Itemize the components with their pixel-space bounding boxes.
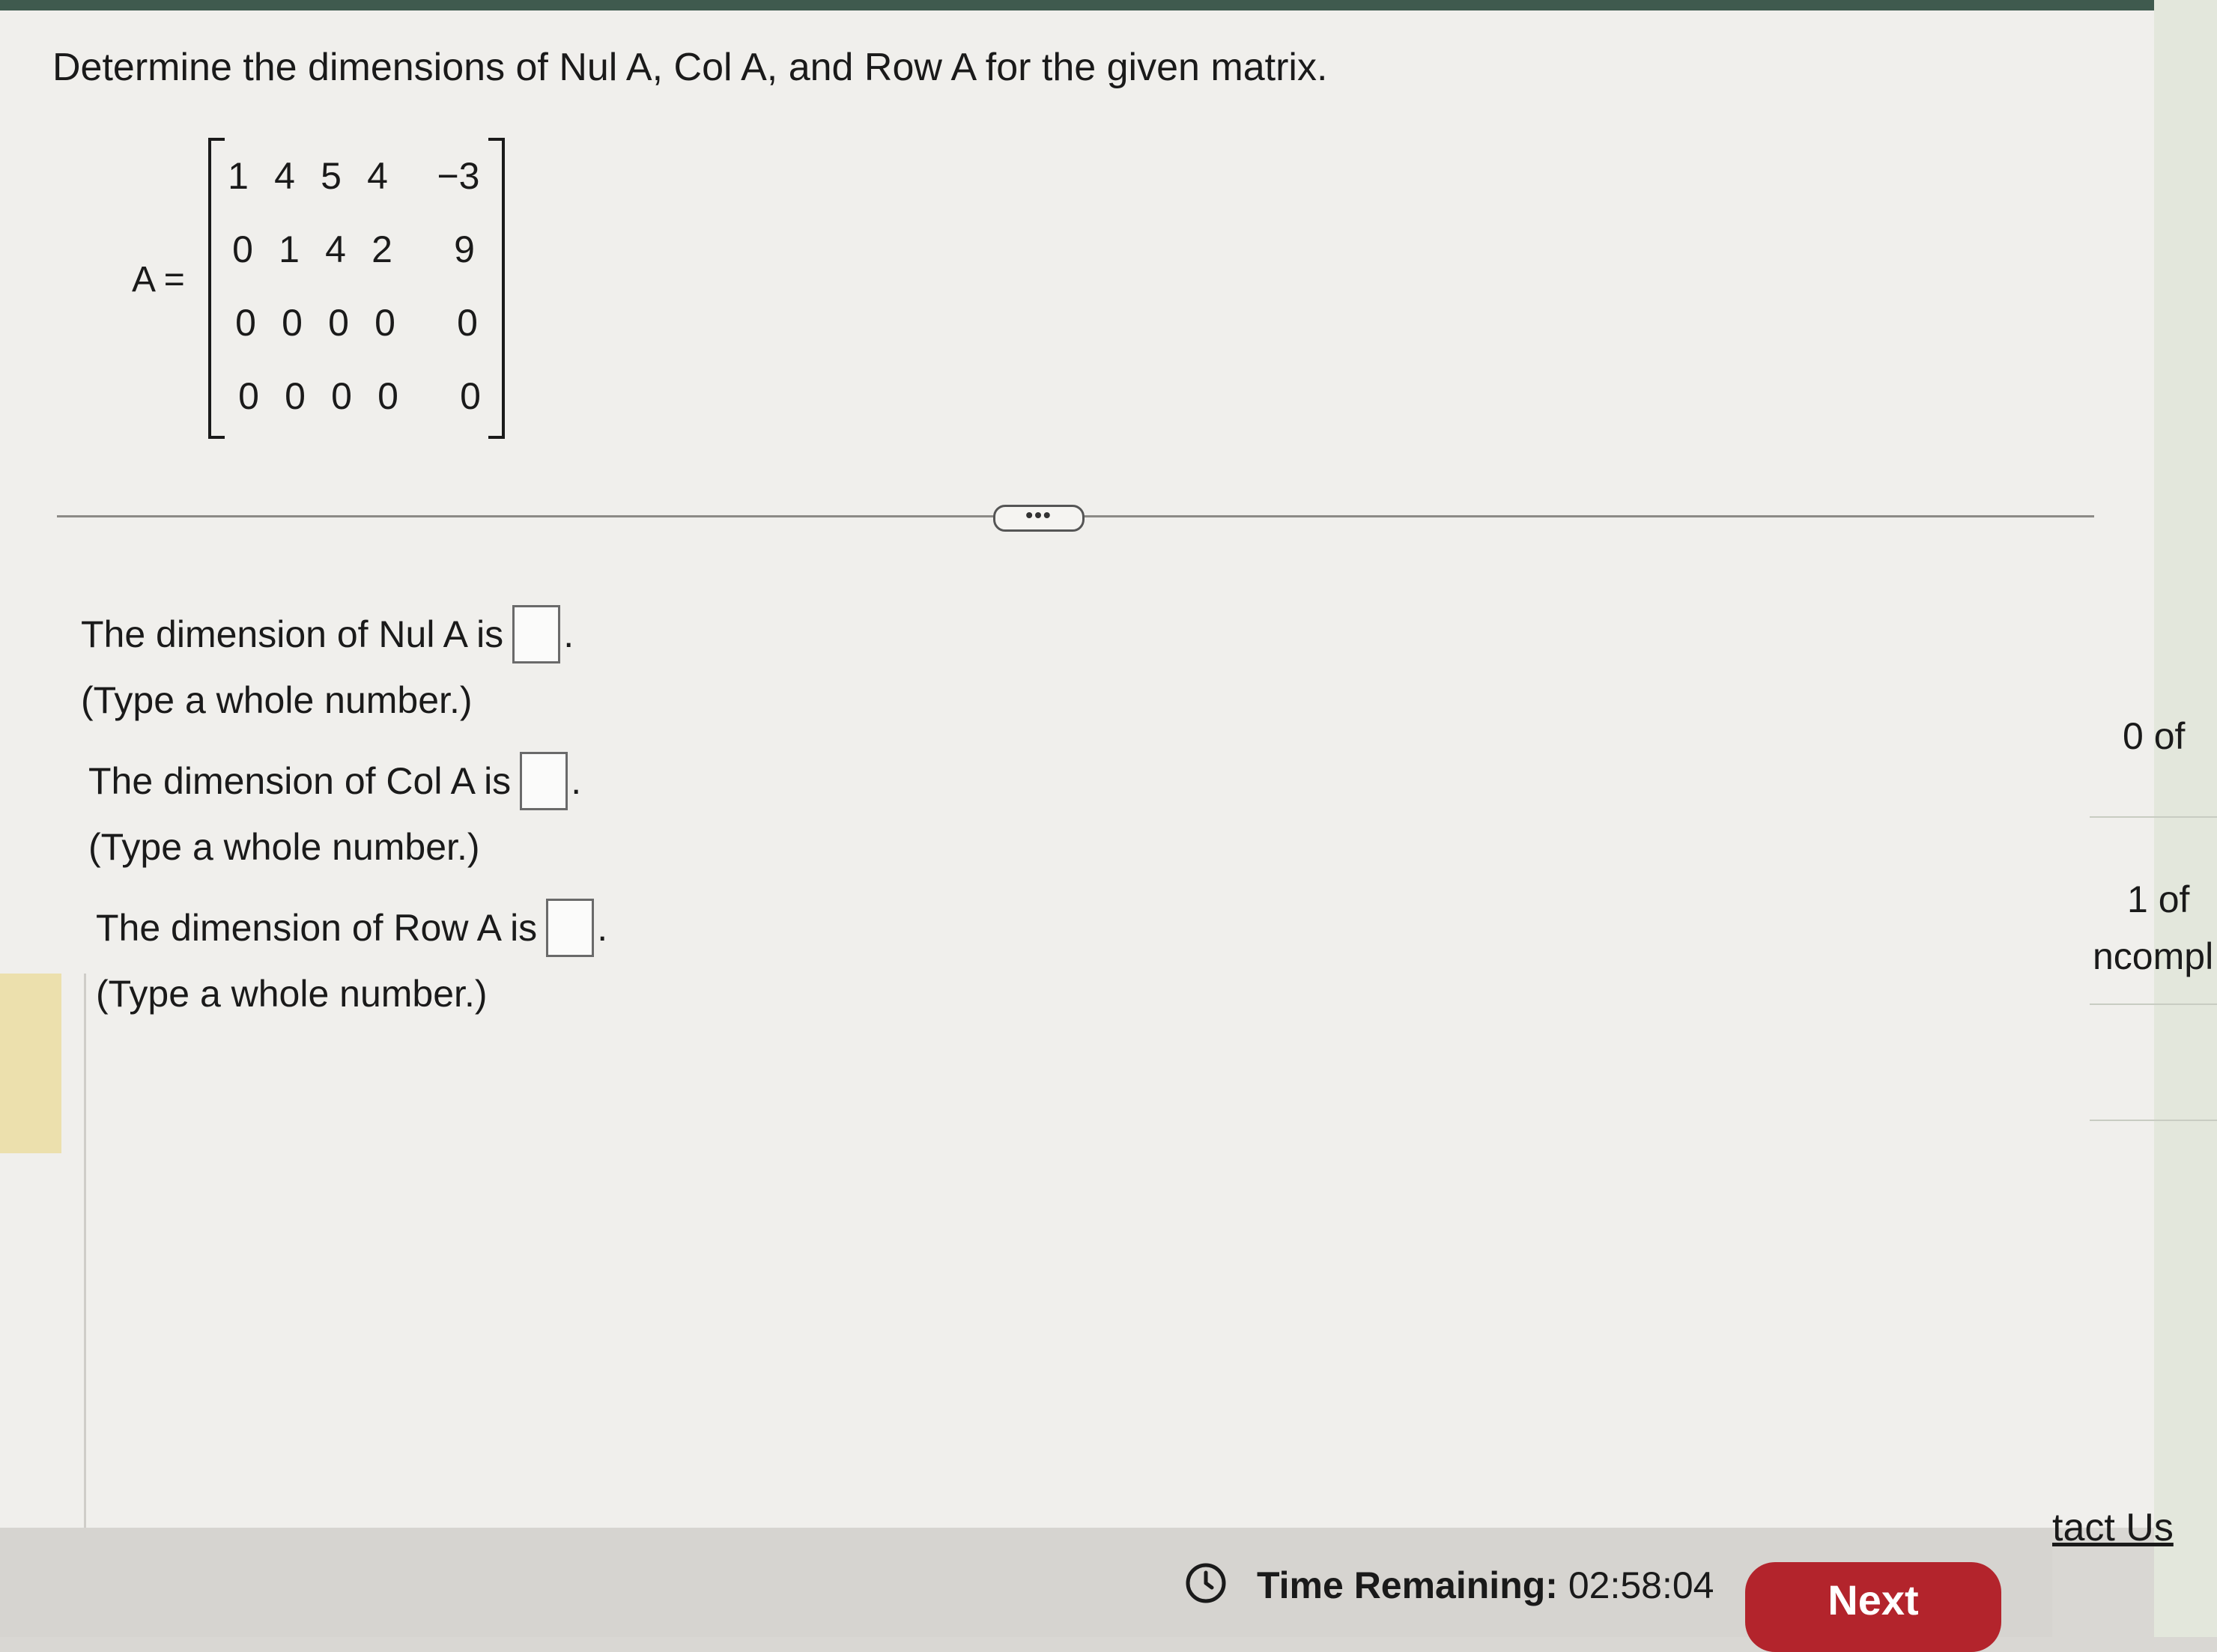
matrix-cell: 9: [454, 228, 475, 270]
time-remaining: Time Remaining: 02:58:04: [1257, 1564, 1714, 1607]
answer-prompt: The dimension of Row A is: [96, 907, 538, 949]
side-item-progress-2[interactable]: 1 of: [2127, 878, 2189, 921]
matrix-cell: 0: [460, 375, 481, 417]
clock-icon: [1186, 1563, 1226, 1603]
answer-col-a: The dimension of Col A is . (Type a whol…: [88, 752, 581, 869]
matrix-cell: 0: [232, 228, 253, 270]
side-progress-panel: [2154, 0, 2217, 1637]
matrix-cell: 0: [238, 375, 259, 417]
expand-more-button[interactable]: •••: [993, 505, 1085, 532]
side-item-status: ncompl: [2093, 935, 2214, 977]
col-a-dimension-input[interactable]: [520, 752, 568, 810]
answer-prompt: The dimension of Nul A is: [81, 613, 504, 655]
matrix-cell: 0: [282, 302, 303, 344]
side-separator: [2090, 1003, 2217, 1005]
answer-period: .: [597, 907, 608, 949]
matrix-cell: 1: [228, 155, 249, 197]
panel-left-border: [84, 974, 86, 1528]
matrix-cell: 0: [377, 375, 398, 417]
nul-a-dimension-input[interactable]: [512, 605, 561, 663]
matrix-cell: 0: [331, 375, 352, 417]
matrix-cell: 1: [279, 228, 300, 270]
matrix-cell: 4: [325, 228, 346, 270]
row-a-dimension-input[interactable]: [546, 899, 595, 957]
matrix-cell: 0: [328, 302, 349, 344]
matrix-cell: 0: [457, 302, 478, 344]
matrix-cell: −3: [437, 155, 480, 197]
matrix-cell: 0: [374, 302, 395, 344]
answer-nul-a: The dimension of Nul A is . (Type a whol…: [81, 605, 574, 722]
matrix-label: A =: [132, 260, 185, 300]
matrix-cell: 5: [321, 155, 342, 197]
left-nav-highlight: [0, 974, 61, 1153]
next-button[interactable]: Next: [1745, 1562, 2001, 1652]
answer-prompt: The dimension of Col A is: [88, 760, 512, 802]
matrix-cell: 0: [235, 302, 256, 344]
matrix-cell: 0: [285, 375, 306, 417]
matrix-cell: 4: [367, 155, 388, 197]
matrix-cell: 4: [274, 155, 295, 197]
time-remaining-label: Time Remaining:: [1257, 1564, 1558, 1606]
question-text: Determine the dimensions of Nul A, Col A…: [52, 46, 1328, 89]
answer-period: .: [563, 613, 574, 655]
answer-hint: (Type a whole number.): [88, 826, 480, 868]
answer-hint: (Type a whole number.): [96, 973, 488, 1015]
answer-hint: (Type a whole number.): [81, 679, 473, 721]
answer-period: .: [571, 760, 582, 802]
side-separator: [2090, 816, 2217, 818]
bottom-toolbar: [0, 1528, 2052, 1637]
time-remaining-value: 02:58:04: [1568, 1564, 1714, 1606]
side-item-progress-1[interactable]: 0 of: [2123, 714, 2185, 758]
contact-us-link[interactable]: tact Us: [2052, 1505, 2174, 1550]
top-header-strip: [0, 0, 2157, 10]
answer-row-a: The dimension of Row A is . (Type a whol…: [96, 899, 607, 1015]
matrix-cell: 2: [371, 228, 392, 270]
side-separator: [2090, 1120, 2217, 1121]
